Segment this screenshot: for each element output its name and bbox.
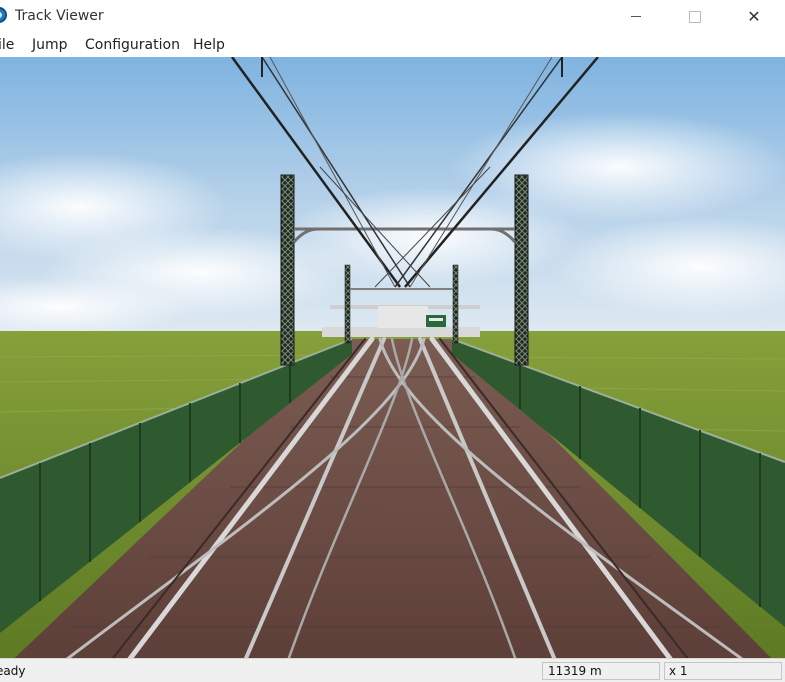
menu-jump[interactable]: Jump [32, 37, 68, 53]
minimize-icon [631, 16, 641, 17]
minimize-button[interactable] [613, 0, 659, 33]
close-icon: ✕ [747, 7, 761, 26]
title-bar[interactable]: Track Viewer ✕ [0, 0, 785, 33]
window-title: Track Viewer [15, 8, 104, 24]
maximize-button[interactable] [672, 0, 718, 33]
speed-multiplier: x 1 [664, 662, 782, 680]
app-globe-icon [0, 7, 7, 23]
menu-configuration[interactable]: Configuration [85, 37, 180, 53]
maximize-icon [689, 10, 701, 23]
track-3d-viewport[interactable] [0, 57, 785, 658]
menu-help[interactable]: Help [193, 37, 225, 53]
close-button[interactable]: ✕ [731, 0, 777, 33]
menu-file[interactable]: ile [0, 37, 14, 53]
status-bar: eady 11319 m x 1 [0, 658, 785, 682]
menu-bar: ile Jump Configuration Help [0, 33, 785, 57]
status-text: eady [0, 664, 26, 678]
distance-readout: 11319 m [542, 662, 660, 680]
